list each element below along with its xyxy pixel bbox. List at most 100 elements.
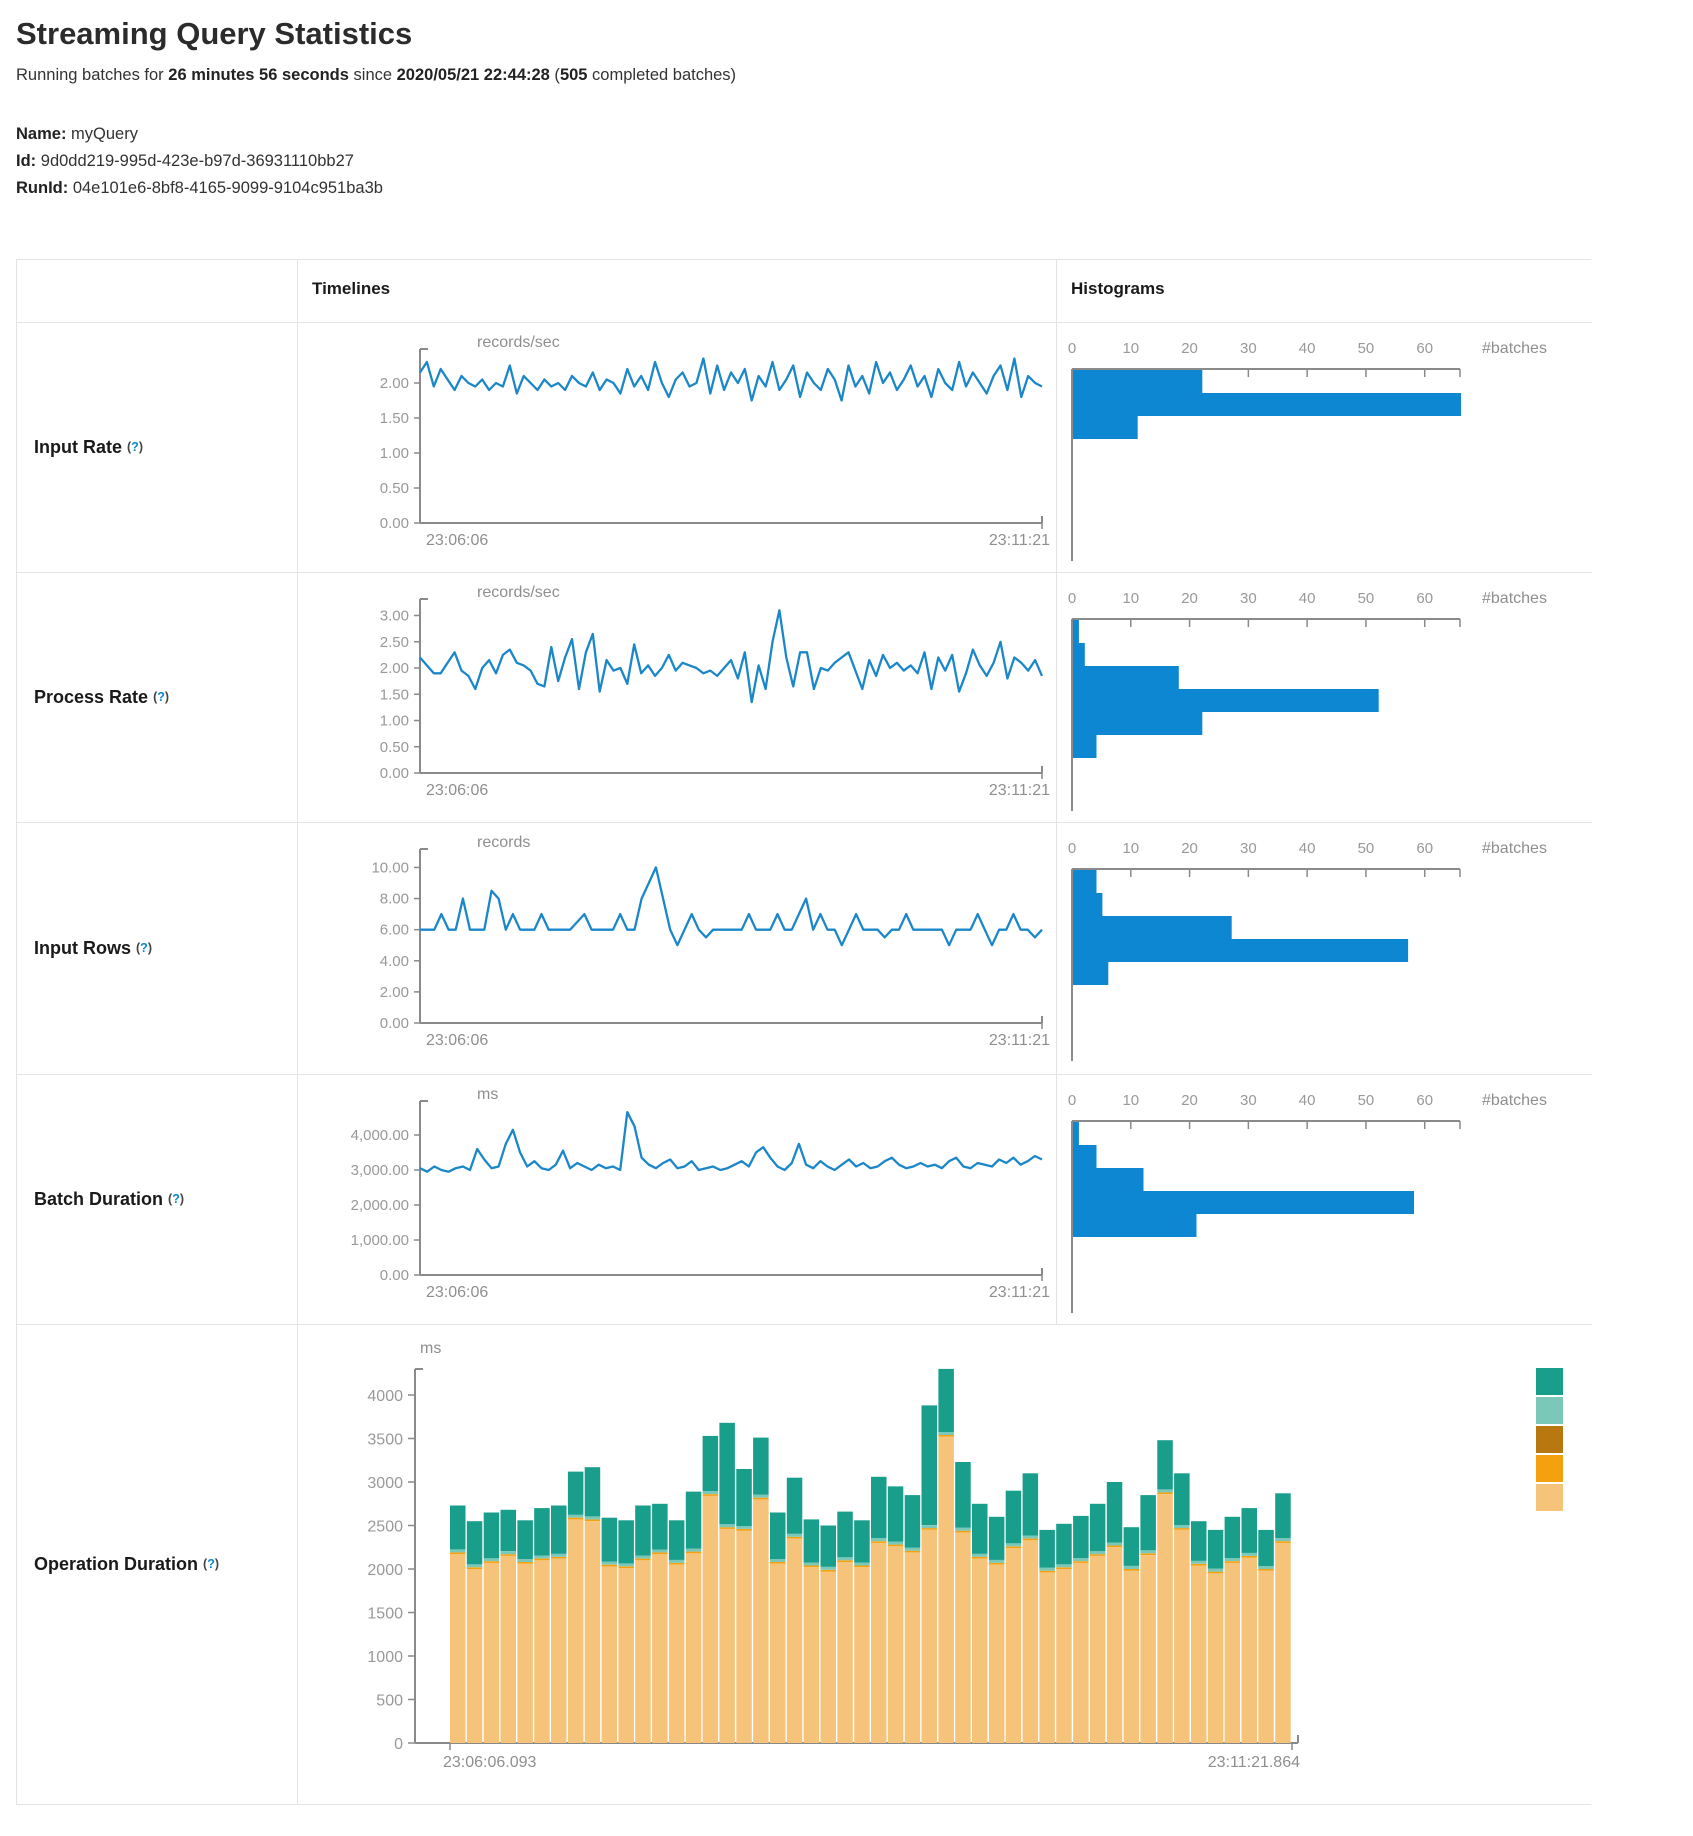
svg-text:4000: 4000 bbox=[367, 1388, 403, 1405]
svg-text:0: 0 bbox=[1068, 840, 1076, 857]
svg-text:23:11:21: 23:11:21 bbox=[989, 782, 1050, 799]
svg-text:20: 20 bbox=[1181, 340, 1198, 357]
input-rows-histogram-chart: 0102030405060#batches bbox=[1057, 823, 1592, 1074]
legend-swatch bbox=[1536, 1484, 1563, 1511]
svg-text:1.00: 1.00 bbox=[380, 445, 409, 462]
query-runid-value: 04e101e6-8bf8-4165-9099-9104c951ba3b bbox=[73, 179, 383, 197]
svg-text:2.00: 2.00 bbox=[380, 660, 409, 677]
svg-text:20: 20 bbox=[1181, 840, 1198, 857]
svg-text:23:11:21: 23:11:21 bbox=[989, 532, 1050, 549]
table-corner-cell bbox=[17, 260, 297, 322]
svg-text:2.00: 2.00 bbox=[380, 375, 409, 392]
batch-duration-timeline-cell: ms4,000.003,000.002,000.001,000.000.0023… bbox=[297, 1074, 1056, 1324]
batch-duration-timeline-chart: ms4,000.003,000.002,000.001,000.000.0023… bbox=[298, 1075, 1056, 1324]
svg-text:10: 10 bbox=[1122, 340, 1139, 357]
query-name-value: myQuery bbox=[71, 125, 138, 143]
running-since-timestamp: 2020/05/21 22:44:28 bbox=[397, 66, 550, 84]
svg-text:10: 10 bbox=[1122, 590, 1139, 607]
legend-swatch bbox=[1536, 1455, 1563, 1482]
operation-duration-legend bbox=[1536, 1368, 1563, 1513]
svg-text:3.00: 3.00 bbox=[380, 608, 409, 625]
row-label-input-rate: Input Rate(?) bbox=[17, 322, 297, 572]
svg-text:#batches: #batches bbox=[1482, 590, 1547, 607]
svg-text:40: 40 bbox=[1299, 1092, 1316, 1109]
svg-text:23:06:06: 23:06:06 bbox=[426, 532, 488, 549]
input-rate-timeline-cell: records/sec2.001.501.000.500.0023:06:062… bbox=[297, 322, 1056, 572]
row-label-batch-duration: Batch Duration(?) bbox=[17, 1074, 297, 1324]
query-id-value: 9d0dd219-995d-423e-b97d-36931110bb27 bbox=[41, 152, 354, 170]
svg-text:40: 40 bbox=[1299, 590, 1316, 607]
svg-text:0.00: 0.00 bbox=[380, 515, 409, 532]
svg-text:23:11:21: 23:11:21 bbox=[989, 1032, 1050, 1049]
svg-text:60: 60 bbox=[1416, 1092, 1433, 1109]
svg-text:2.00: 2.00 bbox=[380, 984, 409, 1001]
svg-text:23:06:06: 23:06:06 bbox=[426, 1284, 488, 1301]
svg-text:30: 30 bbox=[1240, 340, 1257, 357]
svg-text:1500: 1500 bbox=[367, 1606, 403, 1623]
process-rate-timeline-cell: records/sec3.002.502.001.501.000.500.002… bbox=[297, 572, 1056, 822]
svg-text:50: 50 bbox=[1358, 840, 1375, 857]
svg-text:0.50: 0.50 bbox=[380, 739, 409, 756]
svg-text:1000: 1000 bbox=[367, 1649, 403, 1666]
legend-swatch bbox=[1536, 1397, 1563, 1424]
svg-text:30: 30 bbox=[1240, 1092, 1257, 1109]
column-header-histograms: Histograms bbox=[1056, 260, 1592, 322]
svg-text:23:06:06: 23:06:06 bbox=[426, 782, 488, 799]
input-rate-timeline-chart: records/sec2.001.501.000.500.0023:06:062… bbox=[298, 323, 1056, 572]
svg-text:3500: 3500 bbox=[367, 1432, 403, 1449]
svg-text:1,000.00: 1,000.00 bbox=[351, 1232, 409, 1249]
legend-swatch bbox=[1536, 1426, 1563, 1453]
svg-text:2000: 2000 bbox=[367, 1562, 403, 1579]
process-rate-timeline-chart: records/sec3.002.502.001.501.000.500.002… bbox=[298, 573, 1056, 822]
svg-text:records/sec: records/sec bbox=[477, 584, 560, 601]
svg-text:10.00: 10.00 bbox=[371, 859, 409, 876]
svg-text:23:11:21: 23:11:21 bbox=[989, 1284, 1050, 1301]
svg-text:8.00: 8.00 bbox=[380, 891, 409, 908]
svg-text:23:06:06.093: 23:06:06.093 bbox=[443, 1754, 537, 1771]
svg-text:3000: 3000 bbox=[367, 1475, 403, 1492]
svg-text:30: 30 bbox=[1240, 590, 1257, 607]
svg-text:2.50: 2.50 bbox=[380, 634, 409, 651]
process-rate-help-icon[interactable]: (?) bbox=[153, 690, 169, 704]
svg-text:0: 0 bbox=[1068, 340, 1076, 357]
row-label-process-rate: Process Rate(?) bbox=[17, 572, 297, 822]
input-rows-help-icon[interactable]: (?) bbox=[136, 941, 152, 955]
input-rate-histogram-cell: 0102030405060#batches bbox=[1056, 322, 1592, 572]
row-label-operation-duration: Operation Duration(?) bbox=[17, 1324, 297, 1804]
svg-text:ms: ms bbox=[477, 1086, 498, 1103]
svg-text:40: 40 bbox=[1299, 840, 1316, 857]
svg-text:0.00: 0.00 bbox=[380, 1267, 409, 1284]
query-meta: Name: myQuery Id: 9d0dd219-995d-423e-b97… bbox=[16, 121, 1693, 202]
operation-duration-help-icon[interactable]: (?) bbox=[203, 1557, 219, 1571]
column-header-timelines: Timelines bbox=[297, 260, 1056, 322]
svg-text:20: 20 bbox=[1181, 590, 1198, 607]
input-rate-help-icon[interactable]: (?) bbox=[127, 440, 143, 454]
input-rows-timeline-cell: records10.008.006.004.002.000.0023:06:06… bbox=[297, 822, 1056, 1074]
batch-duration-histogram-cell: 0102030405060#batches bbox=[1056, 1074, 1592, 1324]
process-rate-histogram-cell: 0102030405060#batches bbox=[1056, 572, 1592, 822]
svg-text:0: 0 bbox=[1068, 1092, 1076, 1109]
svg-text:0.00: 0.00 bbox=[380, 1015, 409, 1032]
svg-text:1.50: 1.50 bbox=[380, 686, 409, 703]
svg-text:1.50: 1.50 bbox=[380, 410, 409, 427]
legend-swatch bbox=[1536, 1368, 1563, 1395]
svg-text:10: 10 bbox=[1122, 840, 1139, 857]
svg-text:0.50: 0.50 bbox=[380, 480, 409, 497]
svg-text:10: 10 bbox=[1122, 1092, 1139, 1109]
svg-text:30: 30 bbox=[1240, 840, 1257, 857]
svg-text:1.00: 1.00 bbox=[380, 713, 409, 730]
svg-text:50: 50 bbox=[1358, 590, 1375, 607]
svg-text:2,000.00: 2,000.00 bbox=[351, 1197, 409, 1214]
svg-text:#batches: #batches bbox=[1482, 340, 1547, 357]
svg-text:3,000.00: 3,000.00 bbox=[351, 1162, 409, 1179]
input-rows-timeline-chart: records10.008.006.004.002.000.0023:06:06… bbox=[298, 823, 1056, 1074]
query-name-line: Name: myQuery bbox=[16, 121, 1693, 148]
process-rate-histogram-chart: 0102030405060#batches bbox=[1057, 573, 1592, 822]
svg-text:500: 500 bbox=[376, 1693, 403, 1710]
svg-text:#batches: #batches bbox=[1482, 1092, 1547, 1109]
query-runid-line: RunId: 04e101e6-8bf8-4165-9099-9104c951b… bbox=[16, 175, 1693, 202]
svg-text:60: 60 bbox=[1416, 590, 1433, 607]
batch-duration-histogram-chart: 0102030405060#batches bbox=[1057, 1075, 1592, 1324]
batch-duration-help-icon[interactable]: (?) bbox=[168, 1192, 184, 1206]
svg-text:ms: ms bbox=[420, 1340, 441, 1357]
